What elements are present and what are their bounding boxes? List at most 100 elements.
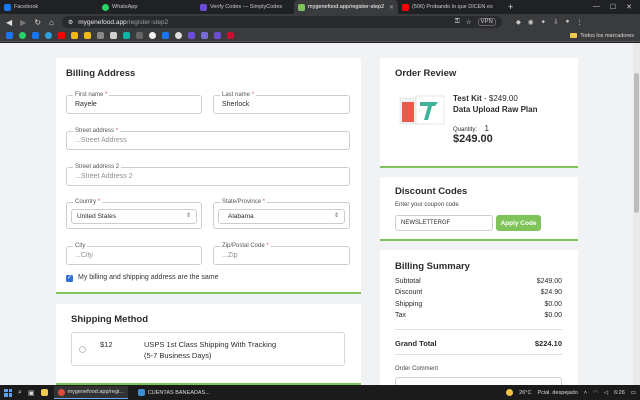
bookmark-site-icon[interactable]: [110, 32, 117, 39]
tab-youtube[interactable]: (506) Probando lo que DICEN es: [398, 0, 502, 14]
bookmark-binance-icon[interactable]: [71, 32, 78, 39]
summary-title: Billing Summary: [395, 261, 470, 272]
zip-field[interactable]: Zip/Postal Code * ...Zip: [213, 243, 350, 265]
bookmark-site-icon[interactable]: [123, 32, 130, 39]
puzzle-icon[interactable]: ✦: [541, 18, 546, 26]
bookmark-site-icon[interactable]: [162, 32, 169, 39]
notifications-icon[interactable]: ▭: [631, 390, 636, 396]
shipping-price: $12: [100, 340, 113, 349]
bookmark-site-icon[interactable]: [214, 32, 221, 39]
tax-label: Tax: [395, 312, 406, 319]
bookmark-binance-icon[interactable]: [84, 32, 91, 39]
shipping-eta: (5-7 Business Days): [144, 351, 212, 360]
same-address-checkbox[interactable]: ✓: [66, 275, 73, 282]
apply-code-button[interactable]: Apply Code: [496, 215, 541, 231]
url-path: /register-step2: [126, 18, 169, 26]
tab-whatsapp[interactable]: WhatsApp: [98, 0, 196, 14]
back-icon[interactable]: ◀: [6, 18, 12, 27]
download-icon[interactable]: ⇩: [553, 18, 558, 26]
discount-label: Discount: [395, 289, 423, 296]
bookmark-site-icon[interactable]: [136, 32, 143, 39]
simplycodes-icon: [200, 3, 207, 11]
close-icon[interactable]: ✕: [389, 4, 394, 11]
bookmark-star-icon[interactable]: ☆: [466, 18, 472, 26]
extension-icon[interactable]: ◉: [528, 18, 534, 26]
taskbar-item-folder[interactable]: CUENTAS BANEADAS...: [134, 386, 214, 399]
close-window-icon[interactable]: ✕: [626, 3, 632, 11]
extension-icon[interactable]: ◆: [516, 18, 521, 26]
url-input[interactable]: ⚙ mygenefood.app/register-step2 ⚿ ☆ VPN: [61, 16, 502, 28]
country-select[interactable]: Country * United States ⇕: [66, 199, 202, 229]
folder-icon: [570, 33, 578, 38]
bookmark-facebook-icon[interactable]: [6, 32, 13, 39]
key-icon[interactable]: ⚿: [455, 18, 460, 26]
vpn-badge[interactable]: VPN: [477, 18, 496, 26]
bookmark-site-icon[interactable]: [149, 32, 156, 39]
tab-simplycodes[interactable]: Verify Codes — SimplyCodes: [196, 0, 294, 14]
taskbar-item-label: mygenefood.app/regi...: [67, 389, 124, 395]
tray-chevron-icon[interactable]: ˄: [584, 390, 587, 396]
forward-icon[interactable]: ▶: [20, 18, 26, 27]
last-name-field[interactable]: Last name * Sherlock: [213, 92, 350, 114]
first-name-field[interactable]: First name * Rayele: [66, 92, 202, 114]
bookmark-site-icon[interactable]: [188, 32, 195, 39]
bookmarks-folder[interactable]: Todos los marcadores: [570, 33, 634, 39]
city-field[interactable]: City ...City: [66, 243, 202, 265]
maximize-icon[interactable]: ☐: [610, 3, 616, 11]
order-review-card: Order Review Test Kit - $249.00 Data Upl…: [380, 58, 578, 168]
taskbar-item-browser[interactable]: mygenefood.app/regi...: [53, 386, 128, 399]
windows-start-icon[interactable]: [4, 388, 12, 397]
bookmark-flag-icon[interactable]: [227, 32, 234, 39]
street-address-placeholder: ...Street Address: [75, 137, 127, 144]
state-inner-box: Alabama ⇕: [218, 209, 345, 224]
tab-facebook[interactable]: Facebook: [0, 0, 98, 14]
order-comment-label: Order Comment: [395, 366, 439, 372]
volume-icon[interactable]: ◁: [604, 390, 608, 396]
bookmark-youtube-icon[interactable]: [58, 32, 65, 39]
street-address-field[interactable]: Street address * ...Street Address: [66, 128, 350, 150]
bookmark-site-icon[interactable]: [201, 32, 208, 39]
same-address-label: My billing and shipping address are the …: [78, 274, 219, 281]
url-host: mygenefood.app: [78, 18, 127, 26]
order-comment-input[interactable]: [395, 377, 562, 385]
shipping-option-usps[interactable]: $12 USPS 1st Class Shipping With Trackin…: [71, 332, 345, 366]
wifi-icon[interactable]: ◠: [593, 390, 598, 396]
chevron-updown-icon: ⇕: [333, 213, 339, 219]
menu-icon[interactable]: ⋮: [576, 18, 583, 26]
minimize-icon[interactable]: —: [593, 3, 600, 11]
bookmark-site-icon[interactable]: [175, 32, 182, 39]
state-value: Alabama: [228, 213, 254, 220]
task-view-icon[interactable]: ▣: [28, 389, 35, 397]
state-select[interactable]: State/Province * Alabama ⇕: [213, 199, 350, 229]
tab-title: Facebook: [14, 4, 39, 10]
bookmark-telegram-icon[interactable]: [45, 32, 52, 39]
shipping-value: $0.00: [544, 301, 562, 308]
street-address-2-field[interactable]: Street address 2 ...Street Address 2: [66, 164, 350, 186]
profile-icon[interactable]: ●: [565, 18, 569, 26]
subtotal-value: $249.00: [536, 278, 562, 285]
street-address-label: Street address: [75, 128, 115, 134]
search-icon[interactable]: ⌕: [18, 389, 22, 397]
coupon-value: NEWSLETTERGF: [401, 220, 451, 226]
new-tab-button[interactable]: +: [502, 2, 519, 12]
tab-mygenefood[interactable]: mygenefood.app/register-step2 ✕: [294, 0, 398, 14]
shipping-radio[interactable]: [79, 346, 86, 353]
page-scrollbar[interactable]: [633, 43, 640, 385]
clock[interactable]: 6:26: [614, 390, 625, 396]
scrollbar-thumb[interactable]: [634, 73, 639, 213]
country-inner-box: United States ⇕: [71, 209, 197, 224]
bookmark-site-icon[interactable]: [97, 32, 104, 39]
coupon-prompt: Enter your coupon code: [395, 202, 459, 208]
zip-label: Zip/Postal Code: [222, 243, 265, 249]
coupon-input[interactable]: NEWSLETTERGF: [395, 215, 493, 231]
reload-icon[interactable]: ↻: [34, 18, 41, 27]
file-explorer-icon[interactable]: [40, 389, 48, 396]
last-name-label: Last name: [222, 92, 251, 98]
site-info-icon[interactable]: ⚙: [68, 19, 73, 26]
summary-divider: [395, 354, 562, 355]
home-icon[interactable]: ⌂: [49, 18, 54, 27]
weather-sun-icon: [506, 389, 514, 396]
bookmark-facebook-icon[interactable]: [32, 32, 39, 39]
bookmark-whatsapp-icon[interactable]: [19, 32, 26, 39]
quantity-value: 1: [484, 124, 489, 133]
